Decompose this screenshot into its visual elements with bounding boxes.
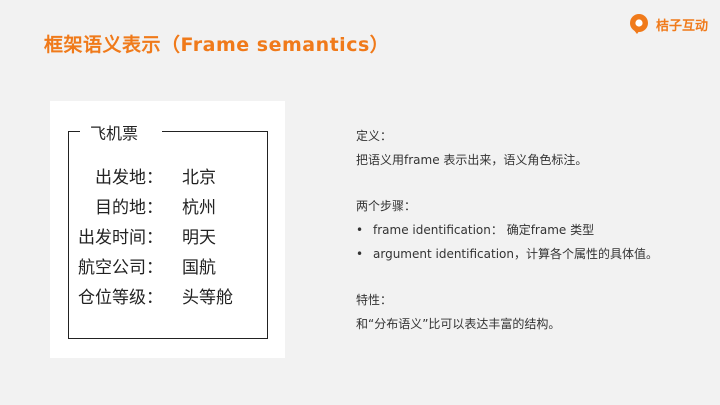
definition-text: 把语义用frame 表示出来，语义角色标注。 — [356, 153, 588, 167]
frame-top-left-line — [68, 131, 80, 132]
field-value: 杭州 — [182, 198, 216, 218]
location-pin-icon — [629, 14, 648, 34]
ticket-field-row: 出发时间： 明天 — [50, 223, 285, 253]
ticket-field-row: 航空公司： 国航 — [50, 253, 285, 283]
steps-heading: 两个步骤： — [356, 199, 417, 213]
bullet-icon: • — [356, 247, 364, 261]
brand-logo: 桔子互动 — [628, 13, 708, 35]
slide-title: 框架语义表示（Frame semantics） — [44, 34, 390, 56]
ticket-field-row: 目的地： 杭州 — [50, 193, 285, 223]
definition-heading: 定义： — [356, 129, 393, 143]
step-item-text: frame identification： 确定frame 类型 — [373, 223, 595, 237]
features-text: 和“分布语义”比可以表达丰富的结构。 — [356, 317, 561, 331]
step-item: • frame identification： 确定frame 类型 — [356, 218, 706, 242]
features-heading: 特性： — [356, 293, 393, 307]
ticket-fields: 出发地： 北京 目的地： 杭州 出发时间： 明天 航空公司： 国航 仓位等级： … — [50, 163, 285, 313]
field-label: 航空公司： — [78, 258, 163, 278]
field-label: 出发时间： — [78, 228, 163, 248]
ticket-field-row: 仓位等级： 头等舱 — [50, 283, 285, 313]
ticket-card: 飞机票 出发地： 北京 目的地： 杭州 出发时间： 明天 航空公司： 国航 仓位… — [50, 101, 285, 358]
field-value: 国航 — [182, 258, 216, 278]
field-label: 仓位等级： — [78, 288, 163, 308]
frame-top-right-line — [162, 131, 268, 132]
step-item: • argument identification，计算各个属性的具体值。 — [356, 242, 706, 266]
field-label: 出发地： — [95, 168, 163, 188]
step-item-text: argument identification，计算各个属性的具体值。 — [373, 247, 658, 261]
bullet-icon: • — [356, 223, 364, 237]
ticket-title: 飞机票 — [90, 124, 139, 143]
field-label: 目的地： — [95, 198, 163, 218]
ticket-field-row: 出发地： 北京 — [50, 163, 285, 193]
field-value: 北京 — [182, 168, 216, 188]
field-value: 头等舱 — [182, 288, 233, 308]
field-value: 明天 — [182, 228, 216, 248]
explanation-panel: 定义： 把语义用frame 表示出来，语义角色标注。 两个步骤： • frame… — [356, 124, 706, 336]
logo-text: 桔子互动 — [655, 18, 708, 34]
